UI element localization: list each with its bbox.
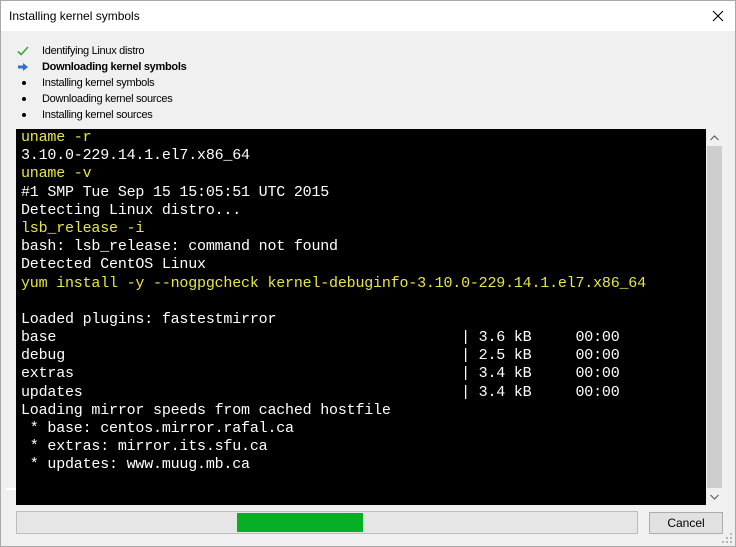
scroll-up-button[interactable] [706, 129, 723, 146]
step-item: Downloading kernel symbols [17, 59, 187, 75]
step-label: Installing kernel sources [42, 109, 153, 121]
console-output-line: Loading mirror speeds from cached hostfi… [21, 401, 391, 419]
step-item: Identifying Linux distro [17, 43, 186, 59]
step-label: Installing kernel symbols [42, 77, 155, 89]
console-output-line: * updates: www.muug.mb.ca [21, 456, 250, 474]
step-item: Installing kernel sources [17, 107, 186, 123]
close-button[interactable] [701, 1, 735, 31]
bullet-icon [17, 97, 42, 101]
console-output-line: #1 SMP Tue Sep 15 15:05:51 UTC 2015 [21, 183, 330, 201]
scroll-down-button[interactable] [706, 488, 723, 505]
bullet-icon [17, 81, 42, 85]
console-output[interactable]: uname -r 3.10.0-229.14.1.el7.x86_64 uname … [16, 129, 706, 505]
bullet-icon [17, 113, 42, 117]
chevron-up-icon [710, 134, 719, 140]
title-bar: Installing kernel symbols [1, 1, 735, 31]
close-icon [712, 10, 724, 22]
arrow-right-icon [17, 62, 42, 72]
step-item: Installing kernel symbols [17, 75, 186, 91]
chevron-down-icon [710, 494, 719, 500]
progress-bar [16, 511, 638, 534]
resize-grip-icon[interactable] [721, 532, 733, 544]
console-output-line: * extras: mirror.its.sfu.ca [21, 438, 268, 456]
console-command-line: uname -r [21, 129, 92, 146]
window-title: Installing kernel symbols [9, 9, 140, 23]
console-output-line: Loaded plugins: fastestmirror [21, 310, 277, 328]
console-output-line: Detected CentOS Linux [21, 256, 206, 274]
console-command-line: yum install -y --nogpgcheck kernel-debug… [21, 274, 646, 292]
step-label: Downloading kernel sources [42, 93, 173, 105]
cancel-button[interactable]: Cancel [649, 512, 723, 534]
step-label: Downloading kernel symbols [42, 61, 187, 73]
step-list: Identifying Linux distro Downloading kern… [17, 43, 187, 123]
console-command-line: lsb_release -i [21, 219, 145, 237]
console-cursor [6, 488, 16, 490]
check-icon [17, 46, 42, 56]
console-output-line: Detecting Linux distro... [21, 201, 242, 219]
console-output-line: bash: lsb_release: command not found [21, 238, 338, 256]
console-output-line: debug | 2.5 kB 00:00 [21, 347, 620, 365]
console-lines: uname -r 3.10.0-229.14.1.el7.x86_64 uname … [21, 129, 646, 475]
console-command-line: uname -v [21, 165, 92, 183]
installer-dialog: Installing kernel symbols Identifying Li… [0, 0, 736, 547]
console-output-line: updates | 3.4 kB 00:00 [21, 383, 620, 401]
console-scrollbar[interactable] [706, 129, 723, 505]
console-output-line: 3.10.0-229.14.1.el7.x86_64 [21, 147, 250, 165]
progress-fill [237, 513, 363, 532]
step-item: Downloading kernel sources [17, 91, 186, 107]
console-output-line: * base: centos.mirror.rafal.ca [21, 420, 294, 437]
scrollbar-thumb[interactable] [707, 146, 722, 488]
console-output-line: base | 3.6 kB 00:00 [21, 329, 620, 347]
console-output-line: extras | 3.4 kB 00:00 [21, 365, 620, 383]
step-label: Identifying Linux distro [42, 45, 145, 57]
